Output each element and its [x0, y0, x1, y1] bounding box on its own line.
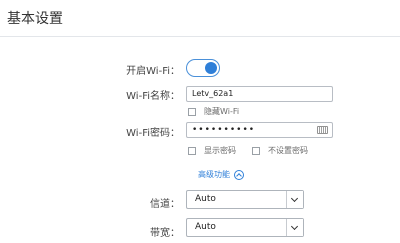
toggle-knob-icon	[205, 62, 217, 74]
chevron-up-circle-icon[interactable]	[234, 169, 244, 180]
no-password-option[interactable]: 不设置密码	[252, 145, 308, 156]
wifi-toggle-switch[interactable]	[186, 59, 220, 77]
keyboard-icon[interactable]	[317, 126, 328, 134]
bandwidth-selected-value: Auto	[195, 222, 216, 232]
page-title: 基本设置	[7, 11, 63, 27]
hide-wifi-checkbox[interactable]	[188, 107, 196, 116]
wifi-toggle-label: 开启Wi-Fi：	[126, 66, 180, 77]
password-value: ••••••••••	[192, 125, 256, 135]
hide-wifi-option[interactable]: 隐藏Wi-Fi	[188, 106, 239, 117]
wifi-name-input[interactable]: Letv_62a1	[186, 86, 333, 102]
no-password-label: 不设置密码	[268, 146, 308, 155]
no-password-checkbox[interactable]	[252, 146, 260, 155]
channel-label: 信道：	[150, 199, 180, 210]
hide-wifi-label: 隐藏Wi-Fi	[204, 107, 240, 116]
bandwidth-label: 带宽：	[150, 228, 180, 239]
chevron-down-icon[interactable]	[286, 191, 303, 208]
wifi-password-label: Wi-Fi密码：	[126, 128, 180, 139]
wifi-name-label: Wi-Fi名称：	[126, 91, 180, 102]
show-password-checkbox[interactable]	[188, 146, 196, 155]
advanced-features-toggle[interactable]: 高级功能	[198, 169, 244, 180]
advanced-features-label: 高级功能	[198, 170, 230, 179]
chevron-down-icon[interactable]	[286, 219, 303, 236]
wifi-password-input[interactable]: ••••••••••	[186, 122, 333, 138]
show-password-label: 显示密码	[204, 146, 236, 155]
channel-select[interactable]: Auto	[186, 190, 304, 209]
basic-settings-page: 基本设置 开启Wi-Fi： Wi-Fi名称： Letv_62a1 隐藏Wi-Fi…	[0, 0, 400, 243]
bandwidth-select[interactable]: Auto	[186, 218, 304, 237]
show-password-option[interactable]: 显示密码	[188, 145, 236, 156]
channel-selected-value: Auto	[195, 194, 216, 204]
title-divider	[0, 36, 400, 37]
